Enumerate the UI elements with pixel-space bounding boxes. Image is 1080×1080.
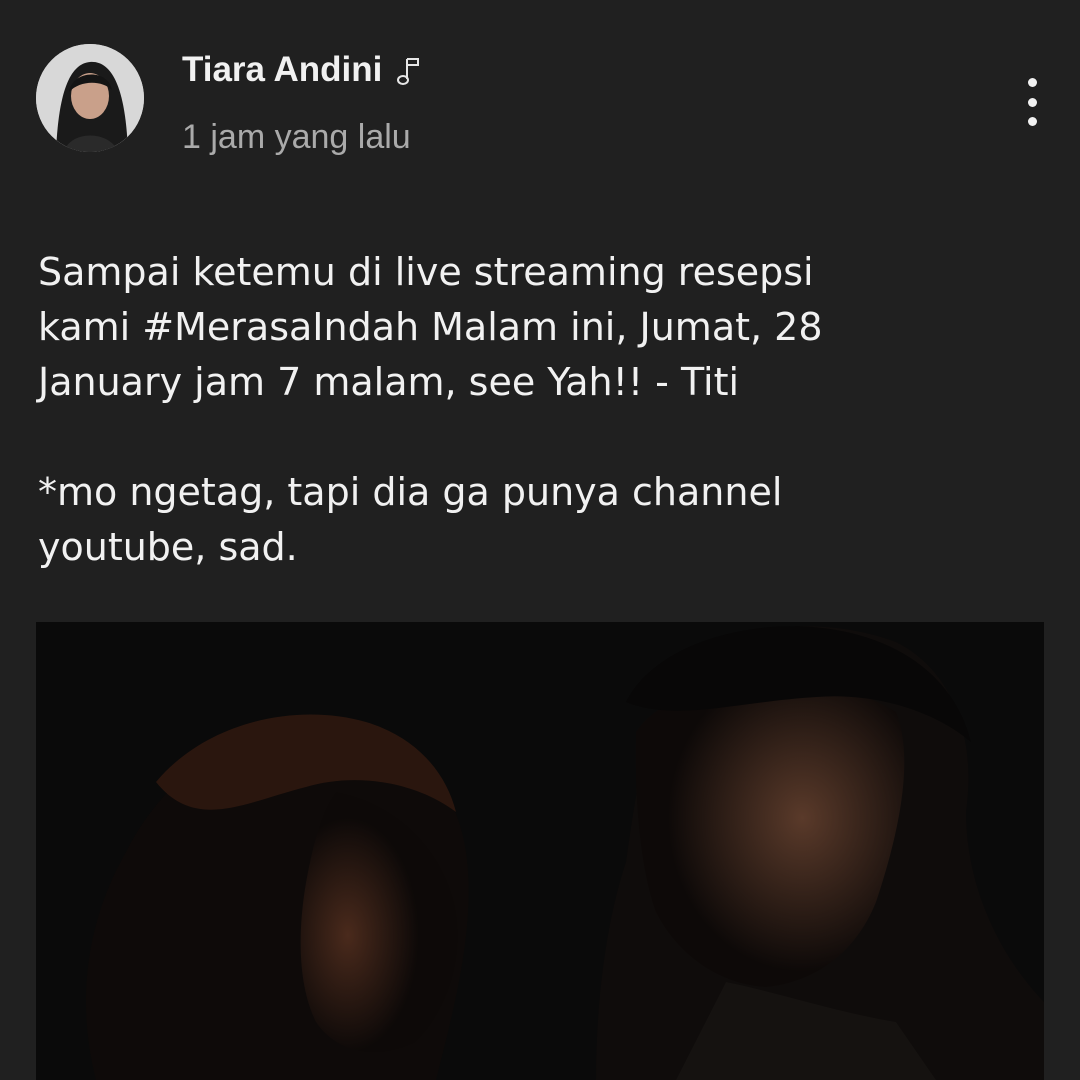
author-name-label: Tiara Andini — [182, 50, 383, 89]
post-paragraph-1: Sampai ketemu di live streaming resepsi … — [38, 245, 1038, 410]
post-text-line: *mo ngetag, tapi dia ga punya channel — [38, 470, 783, 514]
post-text-line: Sampai ketemu di live streaming resepsi — [38, 250, 814, 294]
post-image[interactable] — [36, 622, 1044, 1080]
author-avatar[interactable] — [36, 44, 144, 152]
post-header: Tiara Andini 1 jam yang lalu — [0, 0, 1080, 180]
post-text-line: kami #MerasaIndah Malam ini, Jumat, 28 — [38, 305, 823, 349]
post-photo — [36, 622, 1044, 1080]
more-vertical-icon — [1027, 78, 1037, 87]
author-name[interactable]: Tiara Andini — [182, 50, 422, 90]
music-note-icon — [397, 58, 420, 85]
avatar-photo-icon — [36, 44, 144, 152]
post-paragraph-2: *mo ngetag, tapi dia ga punya channel yo… — [38, 465, 1038, 575]
post-text: Sampai ketemu di live streaming resepsi … — [38, 245, 1038, 575]
more-options-button[interactable] — [1008, 72, 1056, 132]
post-text-line: youtube, sad. — [38, 525, 298, 569]
post-text-line: January jam 7 malam, see Yah!! - Titi — [38, 360, 740, 404]
post-timestamp: 1 jam yang lalu — [182, 118, 411, 156]
